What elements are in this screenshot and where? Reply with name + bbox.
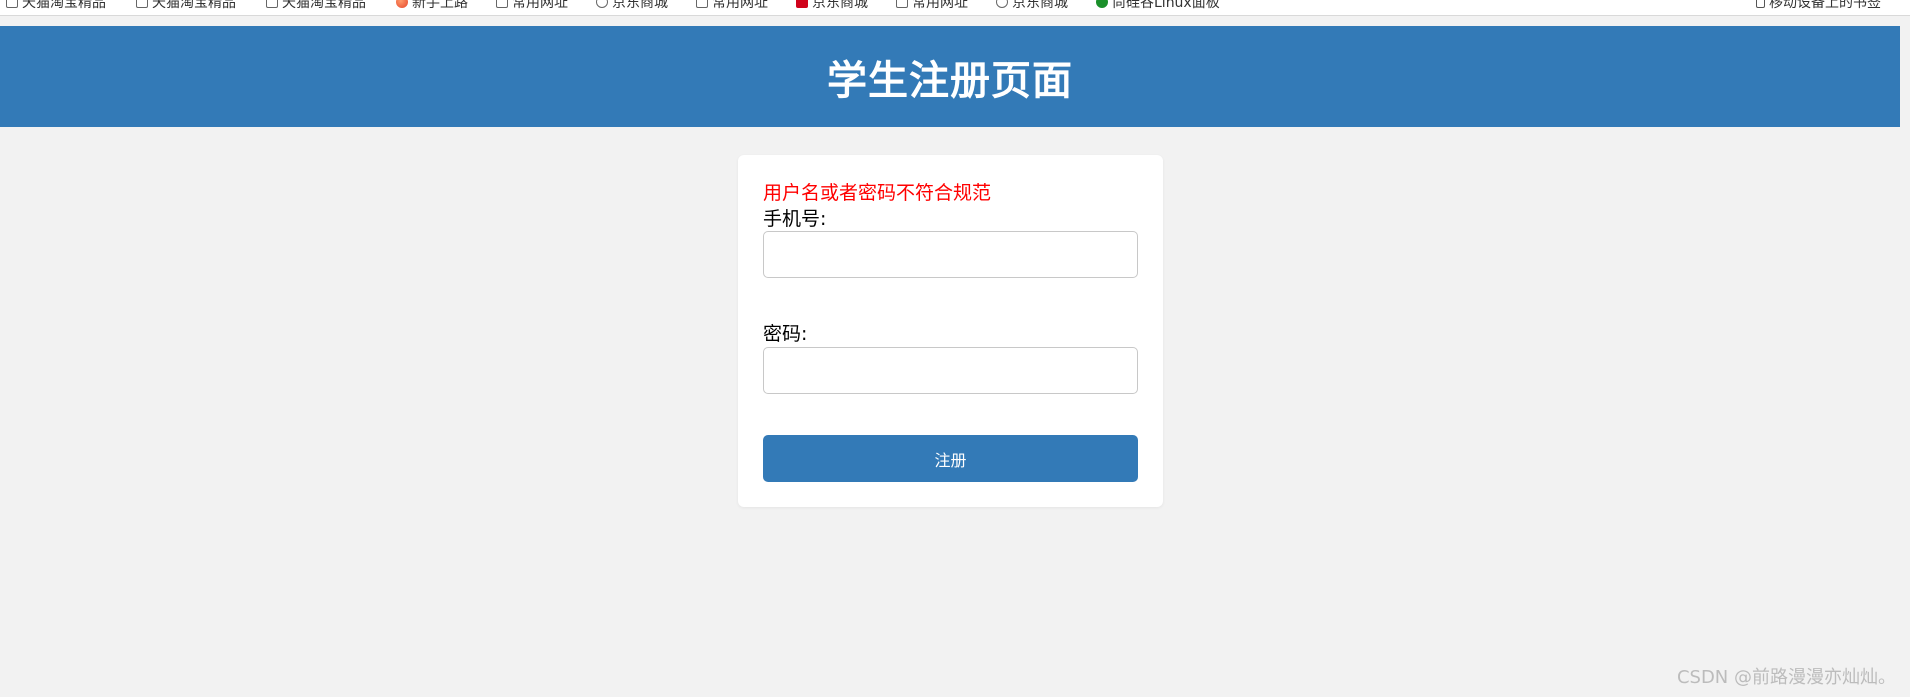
bookmark-item[interactable]: 天猫淘宝精品 — [136, 0, 236, 11]
favicon-red — [396, 0, 408, 8]
bookmarks-bar: 天猫淘宝精品 天猫淘宝精品 天猫淘宝精品 新手上路 常用网址 京东商城 常用网址… — [0, 0, 1910, 16]
password-input[interactable] — [763, 347, 1138, 394]
bookmark-label: 常用网址 — [512, 0, 568, 11]
favicon-jd — [796, 0, 808, 8]
page-icon — [696, 0, 708, 8]
page-icon — [496, 0, 508, 8]
register-button[interactable]: 注册 — [763, 435, 1138, 482]
register-form: 用户名或者密码不符合规范 手机号: 密码: 注册 — [738, 155, 1163, 507]
bookmark-item[interactable]: 尚硅谷Linux面板 — [1096, 0, 1220, 11]
favicon-green — [1096, 0, 1108, 8]
mobile-bookmarks-folder[interactable]: 移动设备上的书签 — [1756, 0, 1881, 11]
password-label: 密码: — [763, 323, 808, 345]
globe-icon — [996, 0, 1008, 8]
bookmark-item[interactable]: 常用网址 — [696, 0, 768, 11]
bookmark-label: 京东商城 — [812, 0, 868, 11]
page-icon — [136, 0, 148, 8]
page-title: 学生注册页面 — [827, 57, 1073, 104]
bookmark-label: 天猫淘宝精品 — [22, 0, 106, 11]
watermark: CSDN @前路漫漫亦灿灿。 — [1676, 667, 1896, 688]
bookmark-item[interactable]: 新手上路 — [396, 0, 468, 11]
error-message: 用户名或者密码不符合规范 — [763, 182, 992, 204]
phone-input[interactable] — [763, 231, 1138, 278]
mobile-icon — [1756, 0, 1765, 8]
phone-label: 手机号: — [763, 208, 827, 230]
bookmark-item[interactable]: 京东商城 — [996, 0, 1068, 11]
bookmark-item[interactable]: 天猫淘宝精品 — [266, 0, 366, 11]
bookmark-item[interactable]: 常用网址 — [496, 0, 568, 11]
bookmark-item[interactable]: 京东商城 — [796, 0, 868, 11]
bookmark-label: 尚硅谷Linux面板 — [1112, 0, 1220, 11]
bookmark-item[interactable]: 常用网址 — [896, 0, 968, 11]
bookmark-label: 京东商城 — [612, 0, 668, 11]
page-icon — [6, 0, 18, 8]
bookmark-label: 移动设备上的书签 — [1769, 0, 1881, 11]
bookmark-label: 常用网址 — [712, 0, 768, 11]
page-icon — [896, 0, 908, 8]
bookmark-item[interactable]: 京东商城 — [596, 0, 668, 11]
bookmark-label: 常用网址 — [912, 0, 968, 11]
bookmark-label: 天猫淘宝精品 — [152, 0, 236, 11]
page-icon — [266, 0, 278, 8]
bookmark-label: 京东商城 — [1012, 0, 1068, 11]
globe-icon — [596, 0, 608, 8]
bookmark-label: 新手上路 — [412, 0, 468, 11]
bookmark-label: 天猫淘宝精品 — [282, 0, 366, 11]
bookmark-item[interactable]: 天猫淘宝精品 — [6, 0, 106, 11]
page-header: 学生注册页面 — [0, 26, 1900, 127]
